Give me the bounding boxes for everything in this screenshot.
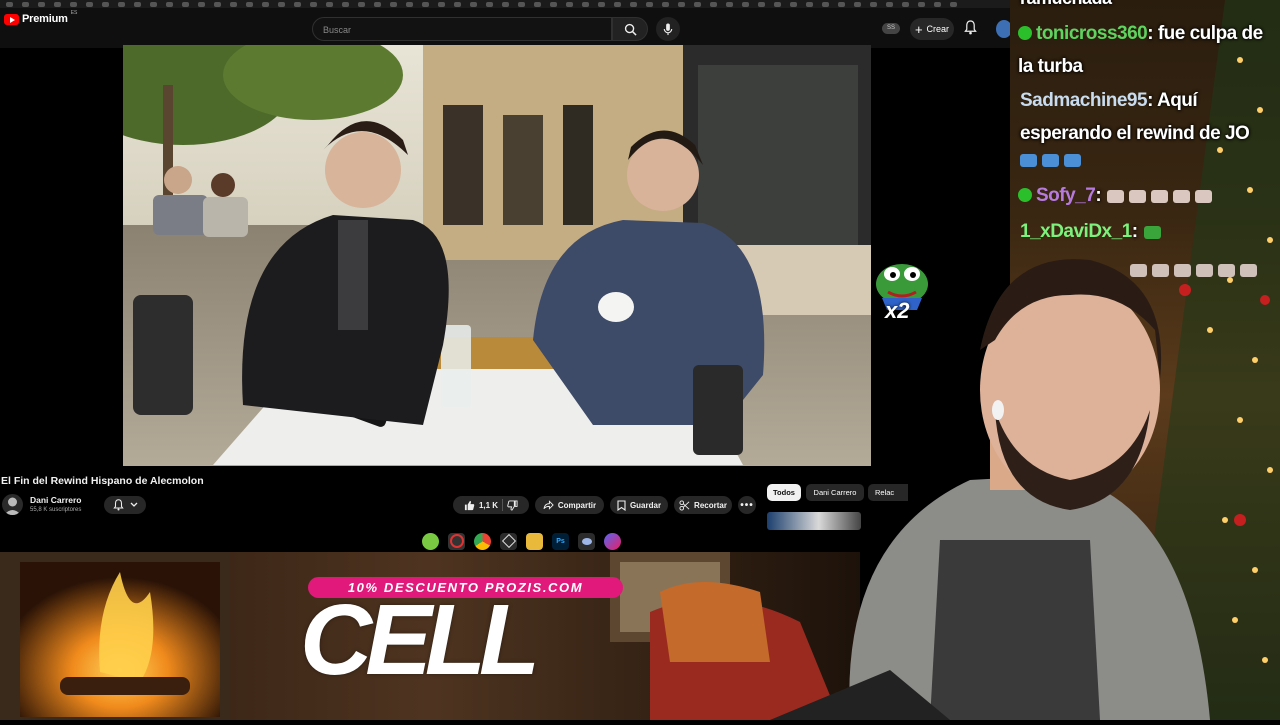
emote-icon xyxy=(1143,226,1161,240)
bookmark-icon xyxy=(617,499,626,511)
like-dislike-group[interactable]: 1,1 K xyxy=(453,496,529,514)
search-button[interactable] xyxy=(612,17,648,41)
search-box[interactable] xyxy=(312,17,612,42)
search-input[interactable] xyxy=(321,18,605,42)
folder-icon[interactable] xyxy=(526,532,543,550)
channel-avatar[interactable] xyxy=(2,494,23,515)
chat-message: tonicross360: fue culpa de la turba xyxy=(1018,18,1280,84)
chat-badge-icon xyxy=(1018,26,1032,40)
streamer-figure xyxy=(770,259,1210,720)
chat-emote-row xyxy=(1020,152,1086,170)
chat-message: Sadmachine95: Aquí esperando el rewind d… xyxy=(1020,85,1280,151)
emote-icon xyxy=(1130,264,1147,278)
logo-text: Premium xyxy=(22,13,68,25)
video-player[interactable] xyxy=(123,45,871,466)
save-button[interactable]: Guardar xyxy=(610,496,668,514)
chat-username: Sofy_7 xyxy=(1036,185,1096,206)
share-icon xyxy=(543,500,554,510)
chevron-down-icon xyxy=(130,502,137,507)
subscription-bell-button[interactable] xyxy=(104,496,146,514)
chat-username: tonicross360 xyxy=(1036,23,1148,44)
search-icon xyxy=(624,23,637,36)
thumbs-up-icon[interactable] xyxy=(464,500,475,511)
youtube-play-icon xyxy=(4,13,19,25)
emote-icon xyxy=(1240,264,1257,278)
chat-message: 1_xDaviDx_1: xyxy=(1020,216,1280,249)
share-label: Compartir xyxy=(557,500,597,510)
taskbar: Ps xyxy=(418,530,642,552)
emote-icon xyxy=(1042,154,1059,168)
more-actions-button[interactable]: ••• xyxy=(738,496,756,514)
logo-region: ES xyxy=(70,10,78,16)
emote-icon xyxy=(1196,264,1213,278)
app-icon-butterfly[interactable] xyxy=(578,532,595,550)
plus-icon: + xyxy=(914,21,923,37)
subscriber-count: 55,8 K suscriptores xyxy=(30,507,82,513)
emote-icon xyxy=(1174,264,1191,278)
bell-icon xyxy=(112,499,124,511)
app-icon-obs[interactable] xyxy=(448,532,465,550)
emote-icon xyxy=(1020,154,1037,168)
notifications-button[interactable] xyxy=(964,20,977,40)
photoshop-icon[interactable]: Ps xyxy=(552,532,569,550)
emote-icon xyxy=(1151,190,1169,204)
like-count[interactable]: 1,1 K xyxy=(479,501,498,510)
voice-search-button[interactable] xyxy=(656,17,680,41)
chat-badge-icon xyxy=(1018,188,1032,202)
video-frame-cafe-scene xyxy=(123,45,871,466)
chrome-icon[interactable] xyxy=(474,532,491,550)
emote-icon xyxy=(1107,190,1125,204)
save-label: Guardar xyxy=(629,500,662,510)
chat-message: Sofy_7: xyxy=(1018,180,1280,213)
microphone-icon xyxy=(663,22,673,35)
more-horizontal-icon: ••• xyxy=(740,499,754,511)
emote-icon xyxy=(1064,154,1081,168)
chat-emote-row xyxy=(1130,262,1262,280)
youtube-premium-logo[interactable]: Premium ES xyxy=(4,10,78,25)
channel-name[interactable]: Dani Carrero xyxy=(30,495,82,505)
bell-icon xyxy=(964,20,977,35)
emote-icon xyxy=(1195,190,1213,204)
video-title: El Fin del Rewind Hispano de Alecmolon xyxy=(1,475,204,487)
channel-avatar-image xyxy=(4,497,21,515)
chat-username: Sadmachine95 xyxy=(1020,90,1148,111)
divider xyxy=(502,499,504,511)
clip-label: Recortar xyxy=(694,500,727,510)
chat-username: 1_xDaviDx_1 xyxy=(1020,221,1132,242)
clip-button[interactable]: Recortar xyxy=(674,496,732,514)
thumbs-down-icon[interactable] xyxy=(507,499,518,511)
create-label: Crear xyxy=(926,24,950,34)
app-icon-chat[interactable] xyxy=(604,532,621,550)
chat-partial-message: ramuchada xyxy=(1020,0,1112,9)
emote-icon xyxy=(1129,190,1147,204)
stream-chat: ramuchada tonicross360: fue culpa de la … xyxy=(1012,0,1280,278)
app-icon-tool[interactable] xyxy=(500,532,517,550)
emote-icon xyxy=(1152,264,1169,278)
chat-text: : xyxy=(1095,185,1102,206)
streamer-webcam xyxy=(770,240,1280,720)
emote-icon xyxy=(1173,190,1191,204)
promo-brand-text: CELL xyxy=(300,584,540,696)
extension-badge[interactable]: SS xyxy=(882,23,900,34)
emote-icon xyxy=(1218,264,1235,278)
chat-text: : xyxy=(1131,221,1138,242)
share-button[interactable]: Compartir xyxy=(535,496,604,514)
scissors-icon xyxy=(679,499,690,511)
app-icon-green[interactable] xyxy=(422,532,439,550)
browser-tab-strip[interactable] xyxy=(0,0,1016,8)
create-button[interactable]: + Crear xyxy=(910,18,954,40)
